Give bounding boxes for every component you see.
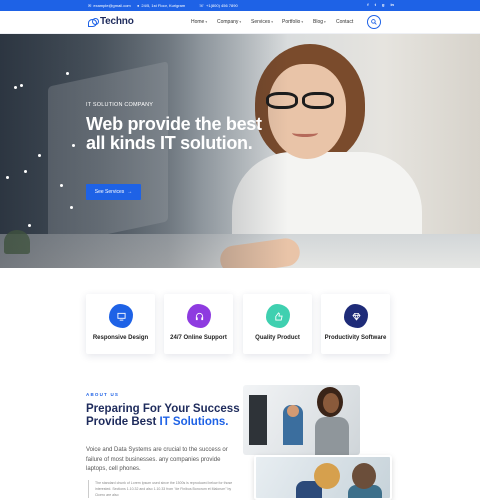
service-icon-bg <box>109 304 133 328</box>
nav-blog[interactable]: Blog ▾ <box>313 19 326 25</box>
phone-icon: ☏ <box>199 3 205 8</box>
service-icon-bg <box>266 304 290 328</box>
mail-icon: ✉ <box>88 3 92 8</box>
search-icon <box>371 19 377 25</box>
service-card-productivity-software[interactable]: Productivity Software <box>321 294 390 354</box>
hero-section: IT SOLUTION COMPANY Web provide the best… <box>0 34 480 268</box>
particle-dot <box>70 206 73 209</box>
social-links: f t g in <box>367 2 394 7</box>
topbar-address: ● 24/5, 1st Floor, Kurigram <box>137 3 185 8</box>
about-title-line2: Provide Best <box>86 416 160 428</box>
about-quote: The standard chunk of Lorem Ipsum used s… <box>88 480 238 498</box>
chevron-down-icon: ▾ <box>301 20 304 24</box>
chevron-down-icon: ▾ <box>239 20 242 24</box>
services-section: Responsive Design 24/7 Online Support Qu… <box>86 294 392 354</box>
particle-dot <box>24 170 27 173</box>
monitor-icon <box>116 312 126 321</box>
about-title-highlight: IT Solutions. <box>159 416 229 428</box>
service-label: Productivity Software <box>324 335 387 341</box>
service-card-responsive-design[interactable]: Responsive Design <box>86 294 155 354</box>
nav-services-label: Services <box>251 19 271 25</box>
thumb-icon <box>274 311 283 321</box>
service-label: 24/7 Online Support <box>170 335 227 341</box>
service-card-quality-product[interactable]: Quality Product <box>243 294 312 354</box>
service-label: Quality Product <box>255 335 300 341</box>
see-services-label: See Services <box>94 189 125 195</box>
topbar-email-text: example@gmail.com <box>93 3 131 8</box>
nav-services[interactable]: Services ▾ <box>251 19 273 25</box>
particle-dot <box>28 224 31 227</box>
chevron-down-icon: ▾ <box>324 20 326 24</box>
particle-dot <box>66 72 69 75</box>
particle-dot <box>6 176 9 179</box>
google-icon[interactable]: g <box>382 2 384 7</box>
about-title-line1: Preparing For Your Success <box>86 403 240 415</box>
service-card-online-support[interactable]: 24/7 Online Support <box>164 294 233 354</box>
nav-contact-label: Contact <box>336 19 354 25</box>
chevron-down-icon: ▾ <box>205 20 208 24</box>
topbar-address-text: 24/5, 1st Floor, Kurigram <box>141 3 186 8</box>
service-icon-bg <box>187 304 211 328</box>
service-icon-bg <box>344 304 368 328</box>
topbar-phone[interactable]: ☏ +1(800) 456 7890 <box>199 3 238 8</box>
nav-contact[interactable]: Contact <box>336 19 353 25</box>
nav-blog-label: Blog <box>313 19 324 25</box>
linkedin-icon[interactable]: in <box>390 2 394 7</box>
headphones-icon <box>195 312 203 320</box>
topbar-email[interactable]: ✉ example@gmail.com <box>88 3 131 8</box>
top-bar: ✉ example@gmail.com ● 24/5, 1st Floor, K… <box>0 0 480 11</box>
nav-home-label: Home <box>191 19 205 25</box>
particle-dot <box>60 184 63 187</box>
logo[interactable]: Techno <box>88 16 134 27</box>
nav-portfolio[interactable]: Portfolio ▾ <box>282 19 303 25</box>
logo-mark-icon <box>88 17 99 27</box>
particle-dot <box>72 144 75 147</box>
location-icon: ● <box>137 3 140 8</box>
about-title: Preparing For Your Success Provide Best … <box>86 403 246 429</box>
about-kicker: ABOUT US <box>86 392 120 397</box>
diamond-icon <box>351 312 361 321</box>
about-image-office <box>243 385 360 455</box>
nav-company-label: Company <box>217 19 239 25</box>
logo-text: Techno <box>100 16 134 27</box>
hero-kicker: IT SOLUTION COMPANY <box>86 102 154 108</box>
facebook-icon[interactable]: f <box>367 2 368 7</box>
arrow-right-icon: → <box>127 189 133 195</box>
nav-home[interactable]: Home ▾ <box>191 19 207 25</box>
hero-title: Web provide the best all kinds IT soluti… <box>86 114 262 153</box>
about-paragraph: Voice and Data Systems are crucial to th… <box>86 447 228 472</box>
chevron-down-icon: ▾ <box>271 20 273 24</box>
particle-dot <box>20 84 23 87</box>
site-header: Techno Home ▾ Company ▾ Services ▾ Portfoli… <box>0 11 480 34</box>
particle-dot <box>14 86 17 89</box>
service-label: Responsive Design <box>92 335 149 341</box>
about-image-team <box>254 455 392 500</box>
topbar-phone-text: +1(800) 456 7890 <box>206 3 238 8</box>
nav-portfolio-label: Portfolio <box>282 19 301 25</box>
nav-company[interactable]: Company ▾ <box>217 19 241 25</box>
twitter-icon[interactable]: t <box>375 2 376 7</box>
search-button[interactable] <box>367 15 381 29</box>
see-services-button[interactable]: See Services → <box>86 184 141 200</box>
particle-dot <box>38 154 41 157</box>
